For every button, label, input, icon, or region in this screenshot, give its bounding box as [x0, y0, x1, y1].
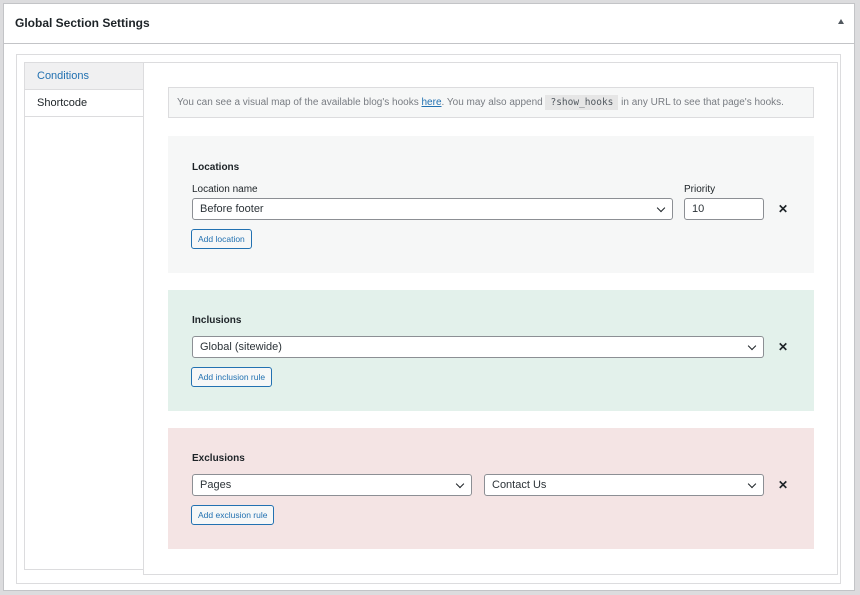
chevron-down-icon [656, 203, 666, 213]
locations-title: Locations [192, 162, 240, 173]
add-exclusion-rule-button[interactable]: Add exclusion rule [191, 505, 275, 525]
add-location-button[interactable]: Add location [191, 229, 252, 249]
chevron-down-icon [455, 479, 465, 489]
locations-section: Locations Location name Priority Before … [168, 136, 814, 273]
conditions-content: You can see a visual map of the availabl… [143, 62, 838, 575]
exclusions-section: Exclusions Pages Contact Us ✕ Add exclus… [168, 428, 814, 549]
chevron-down-icon [747, 341, 757, 351]
panel-header: Global Section Settings [4, 4, 854, 44]
exclusions-title: Exclusions [192, 453, 245, 464]
add-inclusion-rule-button[interactable]: Add inclusion rule [191, 367, 273, 387]
tab-conditions[interactable]: Conditions [25, 63, 143, 90]
notice-text-before: You can see a visual map of the availabl… [177, 97, 422, 108]
settings-panel: Global Section Settings Conditions Short… [3, 3, 855, 591]
exclusion-type-value: Pages [200, 479, 232, 491]
location-name-value: Before footer [200, 203, 264, 215]
remove-location-icon[interactable]: ✕ [777, 203, 789, 215]
inclusion-rule-value: Global (sitewide) [200, 341, 282, 353]
inclusion-rule-select[interactable]: Global (sitewide) [192, 336, 764, 358]
inclusions-title: Inclusions [192, 315, 242, 326]
exclusion-type-select[interactable]: Pages [192, 474, 472, 496]
hooks-map-link[interactable]: here [421, 97, 441, 108]
settings-container: Conditions Shortcode You can see a visua… [16, 54, 841, 584]
exclusion-page-value: Contact Us [492, 479, 547, 491]
chevron-down-icon [747, 479, 757, 489]
exclusion-page-select[interactable]: Contact Us [484, 474, 764, 496]
notice-text-after: in any URL to see that page's hooks. [618, 97, 784, 108]
hooks-notice: You can see a visual map of the availabl… [168, 87, 814, 118]
inclusions-section: Inclusions Global (sitewide) ✕ Add inclu… [168, 290, 814, 411]
notice-text-middle: . You may also append [441, 97, 546, 108]
arrow-up-icon[interactable] [838, 19, 844, 24]
priority-label: Priority [684, 184, 716, 195]
tab-list: Conditions Shortcode [24, 62, 143, 570]
show-hooks-code: ?show_hooks [545, 95, 619, 110]
remove-inclusion-icon[interactable]: ✕ [777, 341, 789, 353]
priority-input[interactable] [684, 198, 764, 220]
location-name-label: Location name [192, 184, 258, 195]
panel-title: Global Section Settings [15, 16, 150, 30]
remove-exclusion-icon[interactable]: ✕ [777, 479, 789, 491]
location-name-select[interactable]: Before footer [192, 198, 673, 220]
tab-shortcode[interactable]: Shortcode [25, 90, 143, 117]
